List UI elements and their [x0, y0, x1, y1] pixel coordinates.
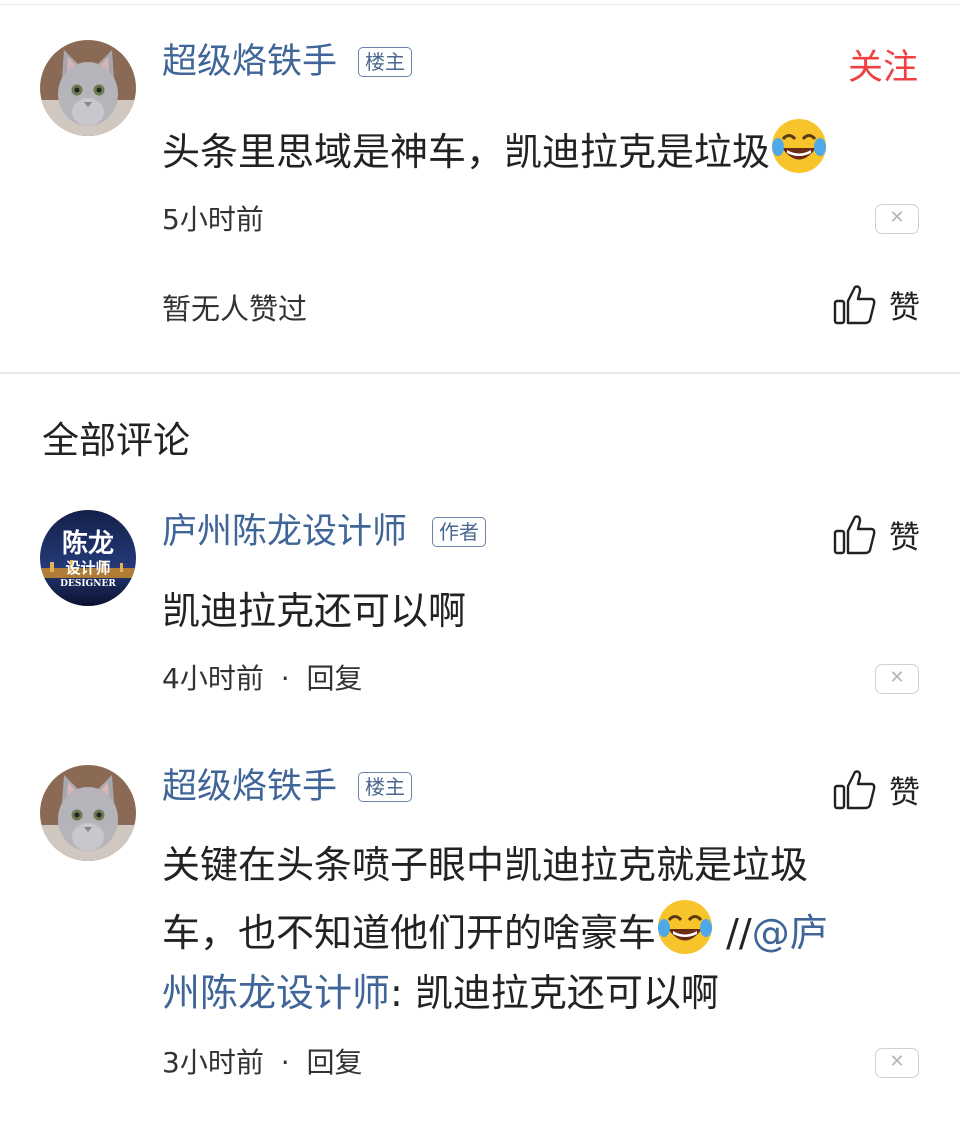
op-badge: 楼主: [358, 47, 412, 77]
reply-text-line3: 州陈龙设计师: 凯迪拉克还可以啊: [162, 962, 719, 1024]
mention-link[interactable]: 州陈龙设计师: [162, 971, 390, 1015]
crying-laughing-emoji-icon: [656, 898, 714, 956]
follow-button[interactable]: 关注: [848, 46, 918, 90]
mention-link[interactable]: @庐: [752, 911, 828, 955]
avatar-designer[interactable]: 陈龙 设计师 DESIGNER: [40, 510, 136, 606]
avatar-text-line2: 设计师: [65, 559, 110, 577]
comment-text-content: 头条里思域是神车，凯迪拉克是垃圾: [162, 130, 771, 174]
reply-meta: 3小时前 · 回复: [162, 1045, 363, 1081]
reply-text-line2: 车，也不知道他们开的啥豪车 //@庐: [162, 898, 828, 964]
reply-text: 凯迪拉克还可以啊: [162, 589, 467, 633]
all-comments-title: 全部评论: [42, 419, 190, 462]
comment-author-name[interactable]: 超级烙铁手: [162, 40, 337, 84]
reply-timestamp: 3小时前: [162, 1046, 264, 1079]
reply-button[interactable]: 回复: [307, 662, 363, 695]
meta-separator: ·: [280, 662, 290, 695]
crying-laughing-emoji-icon: [770, 117, 828, 175]
reply-text-line2-content: 车，也不知道他们开的啥豪车: [162, 911, 657, 955]
like-label: 赞: [889, 774, 920, 811]
like-label: 赞: [889, 519, 920, 556]
like-button[interactable]: 赞: [833, 282, 920, 326]
like-button[interactable]: 赞: [833, 767, 920, 811]
dismiss-close-icon[interactable]: ✕: [875, 664, 919, 694]
like-button[interactable]: 赞: [833, 512, 920, 556]
avatar-text-line1: 陈龙: [62, 528, 114, 559]
thumbs-up-icon: [833, 285, 876, 325]
dismiss-close-icon[interactable]: ✕: [875, 204, 919, 234]
reply-timestamp: 4小时前: [162, 662, 264, 695]
quoted-text: : 凯迪拉克还可以啊: [390, 971, 719, 1015]
reply-text-line1: 关键在头条喷子眼中凯迪拉克就是垃圾: [162, 843, 809, 887]
author-badge: 作者: [432, 517, 486, 547]
comment-timestamp: 5小时前: [162, 203, 264, 236]
top-divider: [0, 4, 960, 5]
reply-meta: 4小时前 · 回复: [162, 661, 363, 697]
reply-author-name[interactable]: 庐州陈龙设计师: [162, 510, 407, 554]
thumbs-up-icon: [833, 515, 876, 555]
avatar-cat[interactable]: [40, 765, 136, 861]
op-badge: 楼主: [358, 772, 412, 802]
comment-text: 头条里思域是神车，凯迪拉克是垃圾: [162, 117, 828, 183]
avatar-cat[interactable]: [40, 40, 136, 136]
forward-separator: //: [714, 911, 752, 955]
avatar-text-line3: DESIGNER: [60, 579, 116, 589]
dismiss-close-icon[interactable]: ✕: [875, 1048, 919, 1078]
meta-separator: ·: [280, 1046, 290, 1079]
like-label: 赞: [889, 289, 920, 326]
reply-author-name[interactable]: 超级烙铁手: [162, 765, 337, 809]
reply-button[interactable]: 回复: [307, 1046, 363, 1079]
thumbs-up-icon: [833, 770, 876, 810]
section-divider: [0, 372, 960, 374]
no-likes-text: 暂无人赞过: [162, 292, 308, 326]
